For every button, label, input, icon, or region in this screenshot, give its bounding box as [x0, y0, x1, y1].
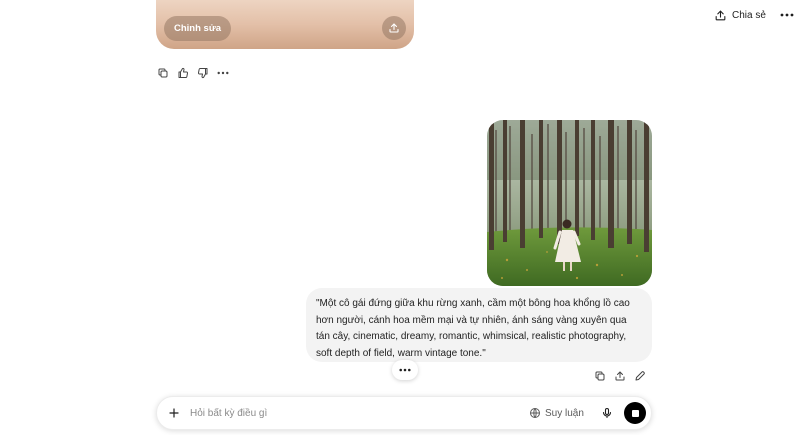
more-actions-button[interactable]	[213, 63, 233, 83]
thumbs-up-button[interactable]	[173, 63, 193, 83]
more-options-button[interactable]	[778, 6, 796, 24]
previous-generated-image[interactable]: Chỉnh sửa	[156, 0, 414, 49]
thumbs-down-icon	[198, 68, 208, 79]
share-button[interactable]: Chia sẻ	[714, 6, 766, 24]
more-icon	[780, 13, 794, 17]
typing-indicator-button[interactable]	[392, 360, 418, 380]
edit-image-label: Chỉnh sửa	[174, 23, 221, 34]
edit-icon	[635, 371, 645, 381]
attach-button[interactable]	[165, 404, 183, 422]
plus-icon	[169, 408, 179, 418]
user-message-actions	[590, 366, 650, 386]
user-message-bubble: "Một cô gái đứng giữa khu rừng xanh, cầm…	[306, 288, 652, 362]
copy-message-button[interactable]	[590, 366, 610, 386]
reasoning-label: Suy luận	[545, 407, 584, 419]
mic-icon	[602, 407, 612, 419]
share-icon	[615, 371, 625, 381]
globe-icon	[530, 408, 540, 418]
upload-image-button[interactable]	[382, 16, 406, 40]
stop-generation-button[interactable]	[624, 402, 646, 424]
share-label: Chia sẻ	[732, 9, 766, 21]
thumbs-up-icon	[178, 67, 188, 78]
forest-photo	[487, 120, 652, 286]
share-message-button[interactable]	[610, 366, 630, 386]
copy-icon	[595, 371, 605, 381]
edit-message-button[interactable]	[630, 366, 650, 386]
more-icon	[217, 71, 229, 75]
thumbs-down-button[interactable]	[193, 63, 213, 83]
message-composer: Suy luận	[156, 396, 652, 430]
user-uploaded-photo[interactable]	[487, 120, 652, 286]
upload-icon	[389, 23, 399, 33]
stop-icon	[631, 409, 639, 417]
reasoning-toggle[interactable]: Suy luận	[529, 404, 584, 422]
copy-icon	[158, 68, 168, 78]
more-icon	[399, 368, 411, 372]
user-message-text: "Một cô gái đứng giữa khu rừng xanh, cầm…	[316, 298, 630, 359]
voice-input-button[interactable]	[598, 404, 616, 422]
share-icon	[715, 10, 726, 20]
copy-button[interactable]	[153, 63, 173, 83]
response-actions	[153, 63, 233, 83]
edit-image-button[interactable]: Chỉnh sửa	[164, 16, 231, 41]
prompt-input[interactable]	[190, 405, 490, 421]
